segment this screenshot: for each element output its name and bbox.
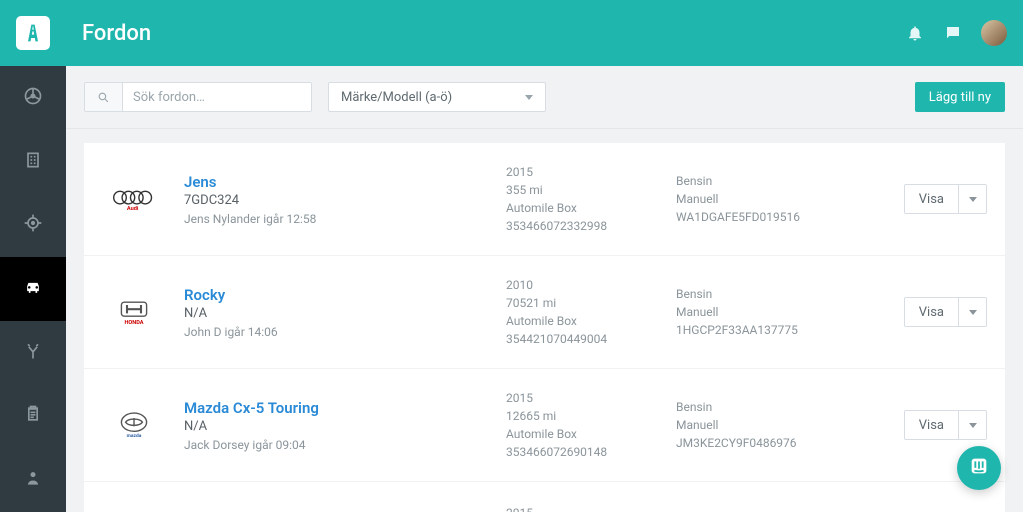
svg-text:Audi: Audi	[127, 206, 139, 212]
vehicle-device: Automile Box	[506, 425, 676, 443]
svg-text:HONDA: HONDA	[124, 320, 143, 326]
view-button[interactable]: Visa	[905, 298, 958, 326]
vehicle-device: Automile Box	[506, 199, 676, 217]
search-icon	[85, 83, 123, 111]
vehicle-device: Automile Box	[506, 312, 676, 330]
sidebar-item-routes[interactable]	[0, 321, 66, 385]
chat-fab[interactable]	[957, 446, 1001, 490]
view-dropdown-caret[interactable]	[958, 185, 986, 213]
vehicle-fuel: Bensin	[676, 172, 841, 190]
vehicle-driver: Jack Dorsey igår 09:04	[184, 438, 506, 452]
road-icon	[16, 16, 50, 50]
sidebar-item-dashboard[interactable]	[0, 66, 66, 130]
sidebar-item-location[interactable]	[0, 193, 66, 257]
car-icon	[23, 277, 43, 301]
vehicle-name[interactable]: Mazda Cx-5 Touring	[184, 399, 506, 417]
vehicle-name[interactable]: Jens	[184, 173, 506, 191]
vehicle-mileage: 355 mi	[506, 181, 676, 199]
sidebar-item-clipboard[interactable]	[0, 385, 66, 449]
vehicle-mileage: 70521 mi	[506, 294, 676, 312]
view-dropdown-caret[interactable]	[958, 411, 986, 439]
topbar: Fordon	[0, 0, 1023, 66]
sidebar-item-vehicles[interactable]	[0, 257, 66, 321]
branch-icon	[23, 341, 43, 365]
vehicle-year: 2010	[506, 276, 676, 294]
vehicle-vin: WA1DGAFE5FD019516	[676, 208, 841, 226]
vehicle-list: Audi Jens 7GDC324 Jens Nylander igår 12:…	[66, 129, 1023, 512]
view-button-group: Visa	[904, 297, 987, 327]
avatar[interactable]	[981, 20, 1007, 46]
sidebar-item-users[interactable]	[0, 448, 66, 512]
vehicle-year: 2015	[506, 504, 676, 512]
add-button[interactable]: Lägg till ny	[915, 82, 1005, 112]
subaru-logo-icon: SUBARU	[102, 504, 166, 512]
vehicle-plate: 7GDC324	[184, 193, 506, 208]
vehicle-device-id: 354421070449004	[506, 330, 676, 348]
vehicle-year: 2015	[506, 389, 676, 407]
view-button-group: Visa	[904, 410, 987, 440]
sidebar-item-reports[interactable]	[0, 130, 66, 194]
vehicle-mileage: 12665 mi	[506, 407, 676, 425]
honda-logo-icon: HONDA	[102, 285, 166, 339]
toolbar: Märke/Modell (a-ö) Lägg till ny	[66, 66, 1023, 129]
vehicle-vin: JM3KE2CY9F0486976	[676, 434, 841, 452]
svg-text:mazda: mazda	[127, 433, 142, 439]
sort-dropdown[interactable]: Märke/Modell (a-ö)	[328, 82, 546, 112]
clipboard-icon	[23, 404, 43, 428]
vehicle-plate: N/A	[184, 419, 506, 434]
view-button-group: Visa	[904, 184, 987, 214]
bell-icon[interactable]	[905, 23, 925, 43]
vehicle-year: 2015	[506, 163, 676, 181]
vehicle-fuel: Bensin	[676, 398, 841, 416]
vehicle-transmission: Manuell	[676, 416, 841, 434]
crosshair-icon	[23, 213, 43, 237]
vehicle-row: Audi Jens 7GDC324 Jens Nylander igår 12:…	[84, 143, 1005, 256]
vehicle-fuel: Bensin	[676, 285, 841, 303]
vehicle-row: mazda Mazda Cx-5 Touring N/A Jack Dorsey…	[84, 369, 1005, 482]
chat-icon[interactable]	[943, 23, 963, 43]
mazda-logo-icon: mazda	[102, 398, 166, 452]
sidebar	[0, 66, 66, 512]
view-button[interactable]: Visa	[905, 411, 958, 439]
app-logo[interactable]	[0, 0, 66, 66]
vehicle-driver: Jens Nylander igår 12:58	[184, 212, 506, 226]
search-input[interactable]	[123, 83, 311, 111]
vehicle-transmission: Manuell	[676, 303, 841, 321]
vehicle-row: HONDA Rocky N/A John D igår 14:06 2010 7…	[84, 256, 1005, 369]
vehicle-device-id: 353466072332998	[506, 217, 676, 235]
content-area: Märke/Modell (a-ö) Lägg till ny Audi Jen…	[66, 66, 1023, 512]
building-icon	[23, 150, 43, 174]
vehicle-device-id: 353466072690148	[506, 443, 676, 461]
sort-label: Märke/Modell (a-ö)	[341, 90, 452, 105]
view-button[interactable]: Visa	[905, 185, 958, 213]
vehicle-vin: 1HGCP2F33AA137775	[676, 321, 841, 339]
vehicle-name[interactable]: Rocky	[184, 286, 506, 304]
search-box	[84, 82, 312, 112]
vehicle-plate: N/A	[184, 306, 506, 321]
vehicle-driver: John D igår 14:06	[184, 325, 506, 339]
view-dropdown-caret[interactable]	[958, 298, 986, 326]
vehicle-transmission: Manuell	[676, 190, 841, 208]
steering-wheel-icon	[23, 86, 43, 110]
page-title: Fordon	[82, 21, 151, 46]
vehicle-row: SUBARU Subaru Forester 2.5i Premium N/A …	[84, 482, 1005, 512]
user-icon	[23, 468, 43, 492]
audi-logo-icon: Audi	[102, 172, 166, 226]
intercom-icon	[968, 455, 990, 481]
